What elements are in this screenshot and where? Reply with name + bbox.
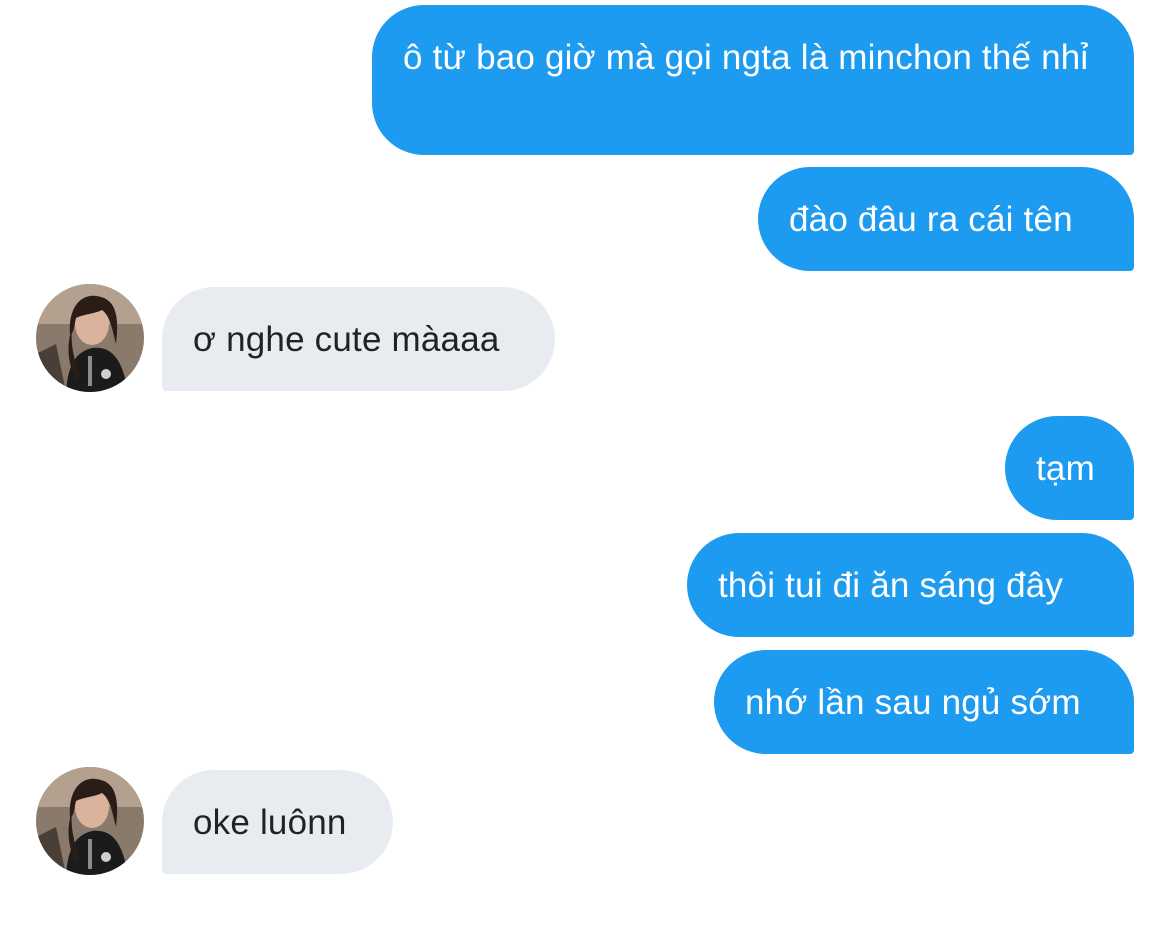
message-bubble-sent[interactable]: đào đâu ra cái tên: [758, 167, 1134, 271]
contact-avatar[interactable]: [36, 284, 144, 392]
contact-avatar[interactable]: [36, 767, 144, 875]
avatar-photo-icon: [36, 767, 144, 875]
message-text: ô từ bao giờ mà gọi ngta là minchon thế …: [403, 38, 1089, 77]
message-bubble-sent[interactable]: nhớ lần sau ngủ sớm: [714, 650, 1134, 754]
message-bubble-received[interactable]: oke luônn: [162, 770, 393, 874]
message-text: tạm: [1036, 449, 1095, 488]
message-bubble-sent[interactable]: ô từ bao giờ mà gọi ngta là minchon thế …: [372, 5, 1134, 155]
message-text: nhớ lần sau ngủ sớm: [745, 683, 1081, 722]
message-bubble-received[interactable]: ơ nghe cute màaaa: [162, 287, 555, 391]
message-text: thôi tui đi ăn sáng đây: [718, 566, 1064, 605]
message-bubble-sent[interactable]: thôi tui đi ăn sáng đây: [687, 533, 1134, 637]
message-text: đào đâu ra cái tên: [789, 200, 1073, 239]
message-text: oke luônn: [193, 803, 347, 842]
message-bubble-sent[interactable]: tạm: [1005, 416, 1134, 520]
avatar-photo-icon: [36, 284, 144, 392]
message-text: ơ nghe cute màaaa: [193, 320, 500, 359]
